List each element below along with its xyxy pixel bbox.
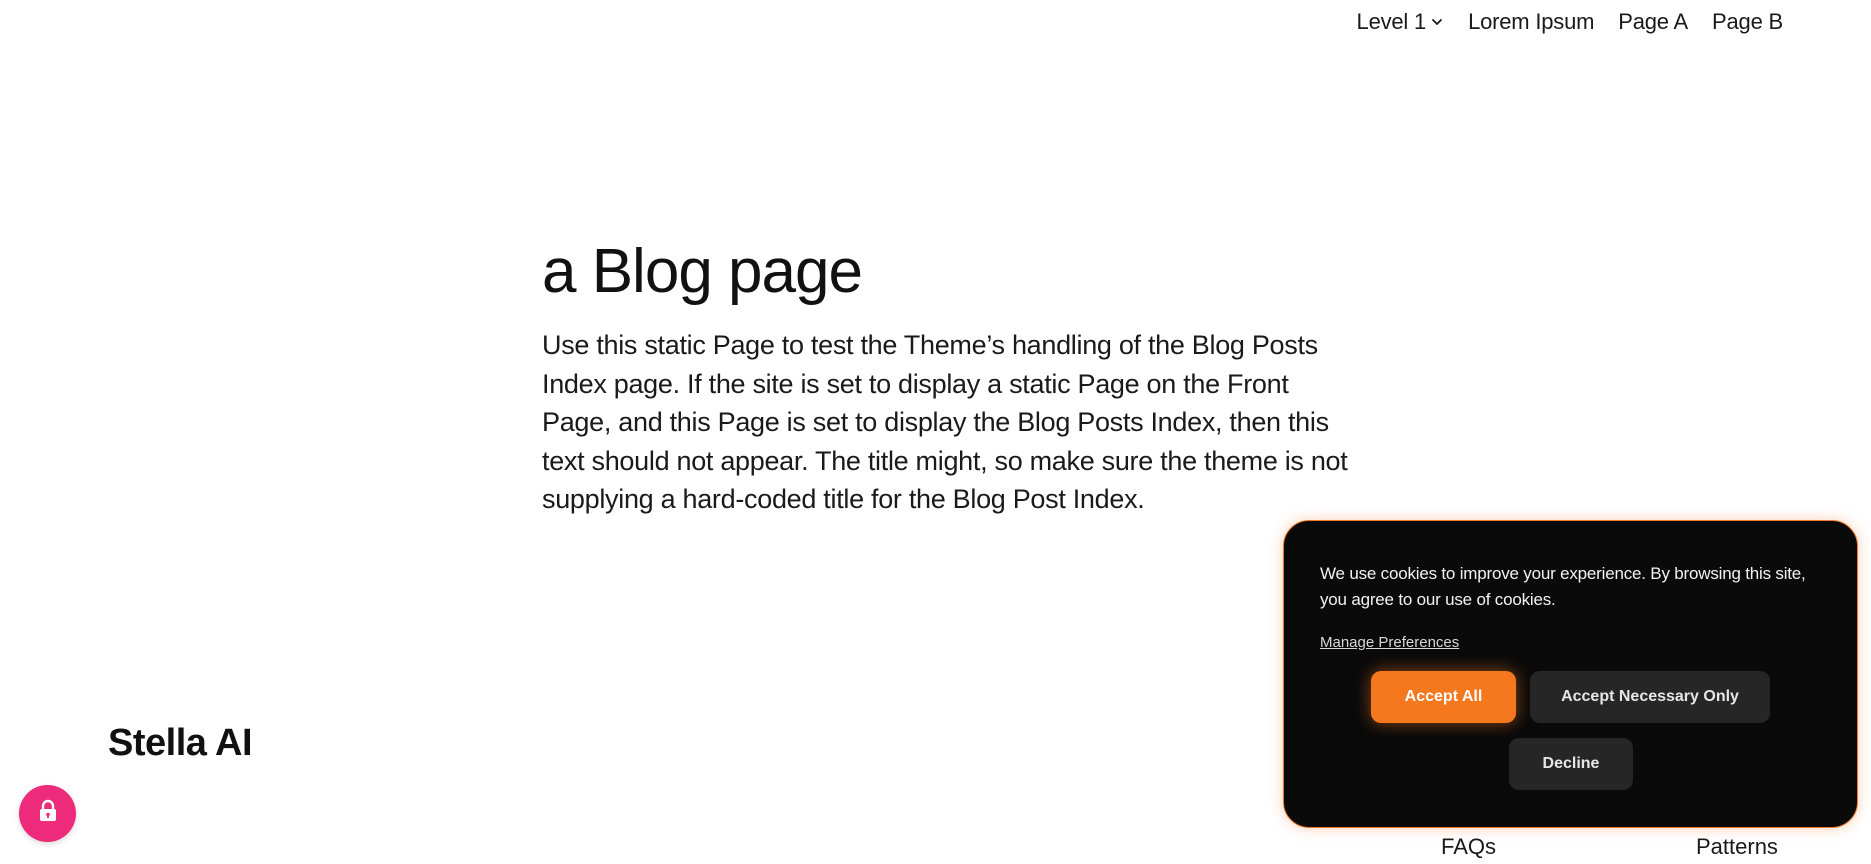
nav-item-label: Page B — [1712, 9, 1783, 34]
cookie-settings-lock-button[interactable] — [19, 785, 76, 842]
lock-icon — [37, 799, 59, 828]
cookie-consent-banner: We use cookies to improve your experienc… — [1283, 520, 1858, 828]
page-body-text: Use this static Page to test the Theme’s… — [542, 330, 1348, 514]
nav-item-page-b[interactable]: Page B — [1712, 8, 1783, 36]
accept-necessary-only-button[interactable]: Accept Necessary Only — [1530, 671, 1770, 723]
nav-item-page-a[interactable]: Page A — [1618, 8, 1688, 36]
nav-item-level-1[interactable]: Level 1 — [1357, 8, 1445, 36]
nav-item-label: Level 1 — [1356, 9, 1427, 34]
page: Level 1 Lorem Ipsum Page A Page B a Blog… — [0, 0, 1871, 864]
footer-brand[interactable]: Stella AI — [108, 718, 253, 768]
chevron-down-icon — [1430, 15, 1444, 29]
nav-item-label: Lorem Ipsum — [1468, 9, 1595, 34]
accept-all-button[interactable]: Accept All — [1371, 671, 1516, 723]
cookie-message: We use cookies to improve your experienc… — [1320, 564, 1806, 609]
manage-preferences-link[interactable]: Manage Preferences — [1320, 633, 1459, 653]
top-navigation: Level 1 Lorem Ipsum Page A Page B — [1357, 8, 1784, 36]
decline-button[interactable]: Decline — [1509, 738, 1633, 790]
footer-link-faqs[interactable]: FAQs — [1441, 832, 1496, 862]
footer-link-patterns[interactable]: Patterns — [1696, 832, 1778, 862]
main-content: a Blog page Use this static Page to test… — [542, 232, 1362, 519]
nav-item-lorem-ipsum[interactable]: Lorem Ipsum — [1468, 8, 1594, 36]
page-title: a Blog page — [542, 237, 863, 306]
nav-item-label: Page A — [1618, 9, 1689, 34]
